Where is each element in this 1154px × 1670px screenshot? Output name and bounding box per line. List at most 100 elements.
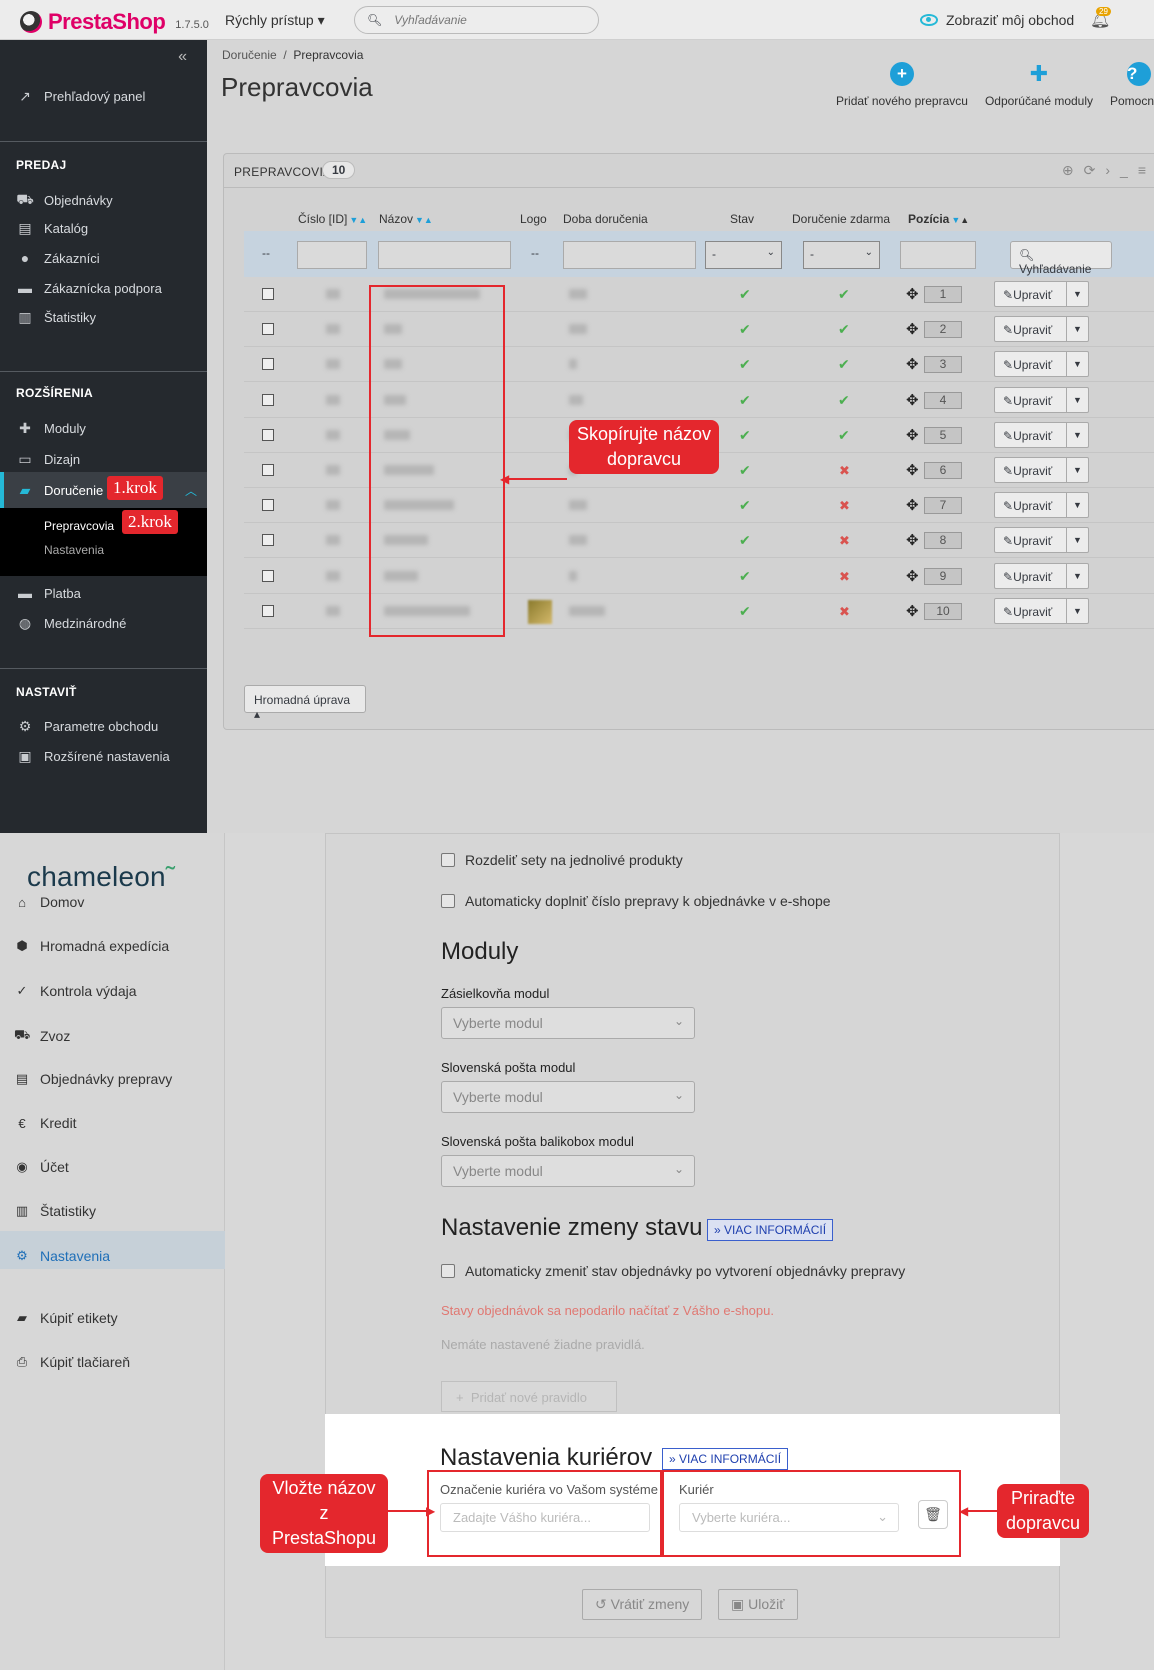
cross-icon[interactable]: ✖	[839, 604, 850, 620]
row-checkbox[interactable]	[262, 569, 274, 582]
check-icon[interactable]: ✔	[838, 356, 850, 373]
cross-icon[interactable]: ✖	[839, 463, 850, 479]
edit-button[interactable]: ✎Upraviť ▼	[994, 386, 1089, 413]
drag-handle-icon[interactable]: ✥	[906, 355, 919, 373]
nav-item[interactable]: ⚙ Nastavenia	[14, 1248, 110, 1264]
filter-id-input[interactable]	[297, 241, 367, 269]
view-shop-link[interactable]: Zobraziť môj obchod	[920, 12, 1074, 28]
check-icon[interactable]: ✔	[838, 321, 850, 338]
zasielkovna-module-select[interactable]: Vyberte modul ⌄	[441, 1007, 695, 1039]
check-icon[interactable]: ✔	[838, 392, 850, 409]
sidebar-subitem-carriers[interactable]: Prepravcovia	[44, 519, 114, 533]
add-icon[interactable]: ⊕	[1062, 162, 1084, 178]
nav-item[interactable]: ◉ Účet	[14, 1159, 68, 1175]
edit-button[interactable]: ✎Upraviť ▼	[994, 316, 1089, 343]
drag-handle-icon[interactable]: ✥	[906, 391, 919, 409]
sidebar-item-advanced[interactable]: ▣ Rozšírené nastavenia	[16, 748, 169, 765]
sidebar-item-delivery[interactable]: ▰ Doručenie	[16, 482, 104, 499]
filter-delay-input[interactable]	[563, 241, 696, 269]
terminal-icon[interactable]: ›_	[1105, 162, 1137, 178]
sidebar-item-dashboard[interactable]: ↗ Prehľadový panel	[16, 88, 145, 105]
caret-down-icon[interactable]: ▼	[1066, 563, 1088, 588]
check-icon[interactable]: ✔	[838, 427, 850, 444]
chevron-up-icon[interactable]: ︿	[185, 482, 197, 499]
sidebar-item-design[interactable]: ▭ Dizajn	[16, 451, 80, 468]
search-input[interactable]: 🔍︎ Vyhľadávanie	[354, 6, 599, 34]
filter-status-select[interactable]: - ⌄	[705, 241, 782, 269]
caret-down-icon[interactable]: ▼	[1066, 282, 1088, 306]
cross-icon[interactable]: ✖	[839, 498, 850, 514]
auto-tracking-checkbox[interactable]: Automaticky doplniť číslo prepravy k obj…	[441, 893, 831, 909]
cross-icon[interactable]: ✖	[839, 533, 850, 549]
edit-button[interactable]: ✎Upraviť ▼	[994, 492, 1089, 519]
edit-button[interactable]: ✎Upraviť ▼	[994, 457, 1089, 483]
nav-item[interactable]: ⬢ Hromadná expedícia	[14, 938, 169, 954]
bulk-actions-button[interactable]: Hromadná úprava ▴	[244, 685, 366, 721]
row-checkbox[interactable]	[262, 604, 274, 617]
caret-down-icon[interactable]: ▼	[1066, 352, 1088, 377]
caret-down-icon[interactable]: ▼	[1066, 458, 1088, 482]
sidebar-item-shop-params[interactable]: ⚙ Parametre obchodu	[16, 718, 158, 735]
sort-icon[interactable]: ▼▲	[951, 215, 969, 225]
nav-item[interactable]: € Kredit	[14, 1115, 76, 1131]
drag-handle-icon[interactable]: ✥	[906, 531, 919, 549]
cross-icon[interactable]: ✖	[839, 569, 850, 585]
sidebar-item-customers[interactable]: ● Zákazníci	[16, 250, 100, 266]
drag-handle-icon[interactable]: ✥	[906, 602, 919, 620]
row-checkbox[interactable]	[262, 358, 274, 371]
auto-status-checkbox[interactable]: Automaticky zmeniť stav objednávky po vy…	[441, 1263, 905, 1279]
checkbox[interactable]	[441, 894, 455, 908]
col-id[interactable]: Číslo [ID] ▼▲	[298, 212, 367, 226]
edit-button[interactable]: ✎Upraviť ▼	[994, 281, 1089, 307]
check-icon[interactable]: ✔	[838, 286, 850, 303]
checkbox[interactable]	[441, 1264, 455, 1278]
refresh-icon[interactable]: ⟳	[1084, 162, 1106, 178]
drag-handle-icon[interactable]: ✥	[906, 426, 919, 444]
check-icon[interactable]: ✔	[739, 568, 751, 585]
filter-name-input[interactable]	[378, 241, 511, 269]
check-icon[interactable]: ✔	[739, 356, 751, 373]
drag-handle-icon[interactable]: ✥	[906, 285, 919, 303]
edit-button[interactable]: ✎Upraviť ▼	[994, 351, 1089, 378]
drag-handle-icon[interactable]: ✥	[906, 567, 919, 585]
sidebar-item-stats[interactable]: ▥ Štatistiky	[16, 309, 96, 326]
sidebar-item-support[interactable]: ▬ Zákaznícka podpora	[16, 280, 162, 296]
help-button[interactable]: ? Pomocník	[1110, 62, 1154, 108]
sidebar-item-catalog[interactable]: ▤ Katalóg	[16, 220, 88, 237]
nav-item[interactable]: ▰ Kúpiť etikety	[14, 1310, 118, 1326]
nav-item[interactable]: ▤ Objednávky prepravy	[14, 1071, 172, 1087]
row-checkbox[interactable]	[262, 323, 274, 336]
edit-button[interactable]: ✎Upraviť ▼	[994, 597, 1089, 624]
check-icon[interactable]: ✔	[739, 532, 751, 549]
filter-free-select[interactable]: - ⌄	[803, 241, 880, 269]
collapse-menu-icon[interactable]: «	[178, 48, 187, 66]
caret-down-icon[interactable]: ▼	[1066, 317, 1088, 342]
caret-down-icon[interactable]: ▼	[1066, 528, 1088, 553]
add-rule-button[interactable]: + Pridať nové pravidlo	[441, 1381, 617, 1412]
check-icon[interactable]: ✔	[739, 392, 751, 409]
check-icon[interactable]: ✔	[739, 427, 751, 444]
search-button[interactable]: 🔍︎ Vyhľadávanie	[1010, 241, 1112, 276]
caret-down-icon[interactable]: ▼	[1066, 598, 1088, 623]
check-icon[interactable]: ✔	[739, 286, 751, 303]
more-info-button[interactable]: » VIAC INFORMÁCIÍ	[662, 1448, 789, 1470]
chameleon-logo[interactable]: chameleon˜	[27, 861, 175, 893]
row-checkbox[interactable]	[262, 464, 274, 476]
col-position[interactable]: Pozícia ▼▲	[908, 212, 969, 226]
sort-icon[interactable]: ▼▲	[415, 215, 433, 225]
row-checkbox[interactable]	[262, 288, 274, 300]
caret-down-icon[interactable]: ▼	[1066, 422, 1088, 447]
sidebar-item-modules[interactable]: ✚ Moduly	[16, 420, 86, 437]
drag-handle-icon[interactable]: ✥	[906, 496, 919, 514]
database-icon[interactable]: ≡	[1138, 162, 1154, 178]
check-icon[interactable]: ✔	[739, 603, 751, 620]
more-info-button[interactable]: » VIAC INFORMÁCIÍ	[707, 1219, 834, 1241]
edit-button[interactable]: ✎Upraviť ▼	[994, 562, 1089, 589]
check-icon[interactable]: ✔	[739, 462, 751, 479]
revert-button[interactable]: ↺ Vrátiť zmeny	[582, 1589, 703, 1620]
edit-button[interactable]: ✎Upraviť ▼	[994, 527, 1089, 554]
breadcrumb-item[interactable]: Doručenie	[222, 48, 277, 62]
sidebar-item-orders[interactable]: ⛟ Objednávky	[16, 191, 112, 210]
row-checkbox[interactable]	[262, 393, 274, 406]
recommended-modules-button[interactable]: ✚ Odporúčané moduly	[980, 62, 1098, 109]
